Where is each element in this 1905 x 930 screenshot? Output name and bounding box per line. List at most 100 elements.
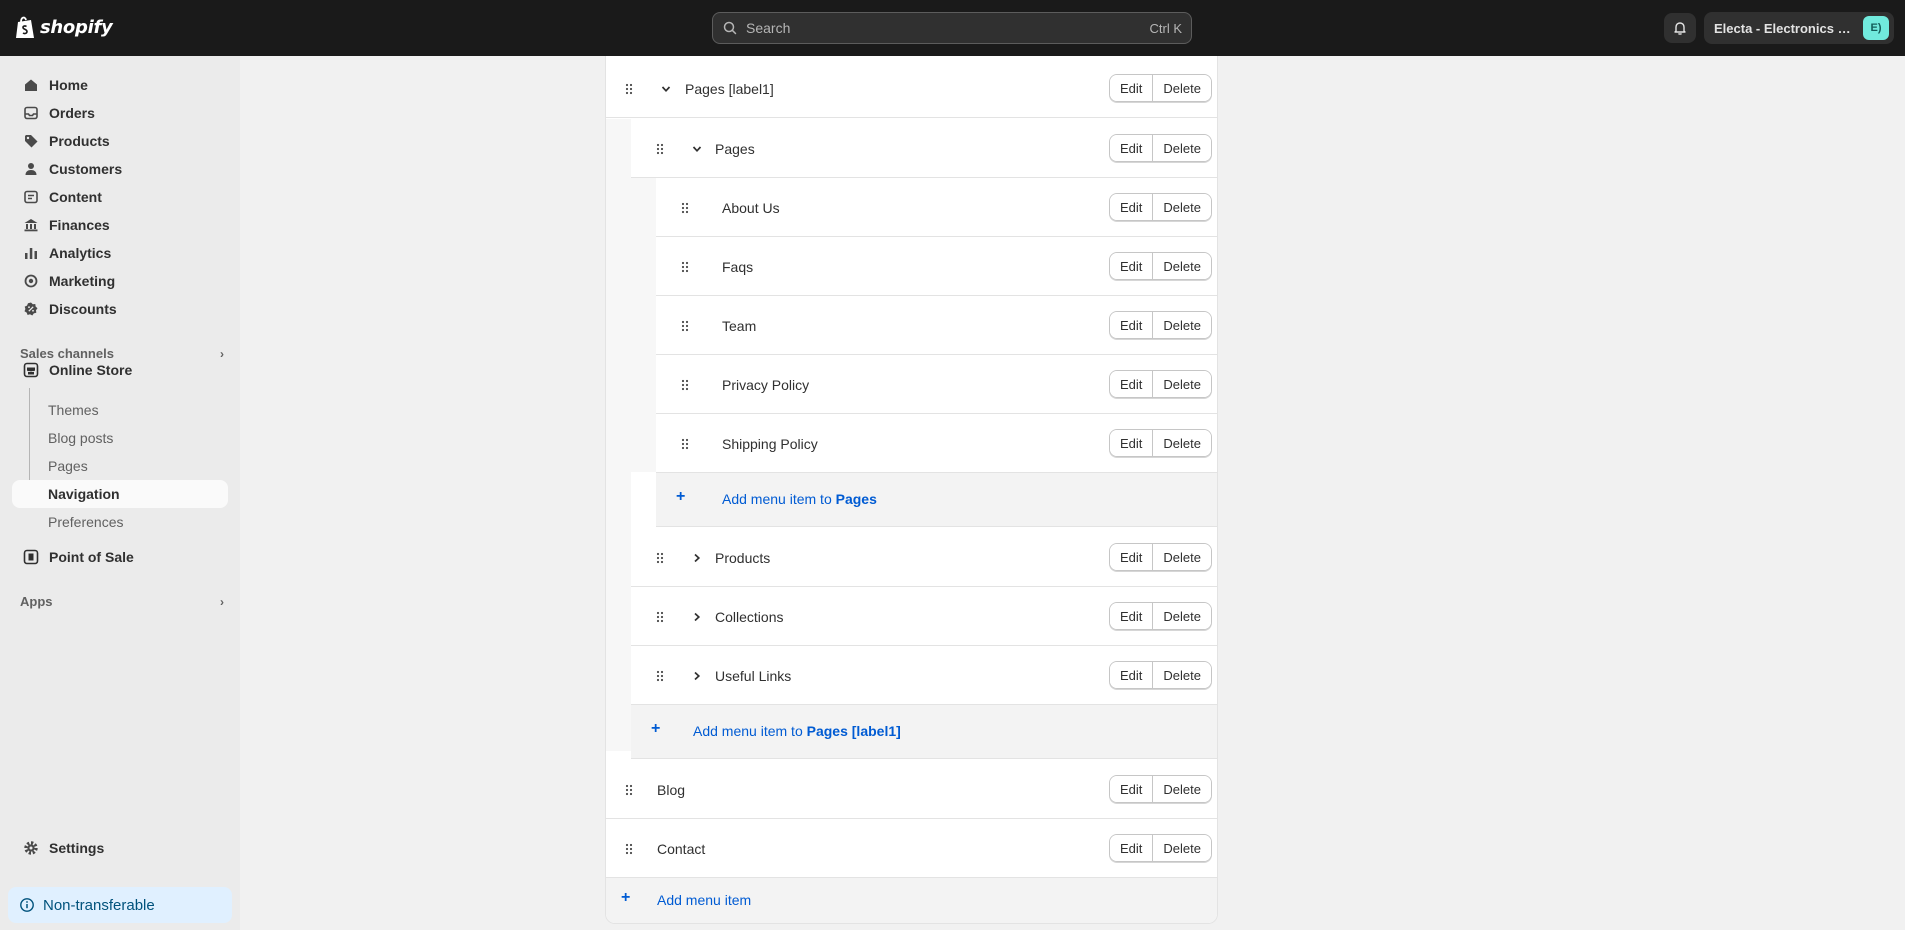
chevron-down-icon[interactable] [660, 83, 672, 95]
sidebar-sub-pages[interactable]: Pages [12, 452, 228, 480]
delete-button[interactable]: Delete [1152, 371, 1211, 397]
add-menu-item-link[interactable]: Add menu item [657, 892, 751, 908]
sidebar-item-label: Content [49, 189, 102, 205]
chevron-right-icon[interactable] [691, 552, 703, 564]
search-icon [723, 21, 737, 35]
menu-item-label: Pages [715, 141, 755, 157]
shopify-logo[interactable]: shopify [14, 15, 113, 40]
notifications-button[interactable] [1664, 13, 1696, 43]
drag-handle-icon[interactable] [624, 842, 634, 856]
edit-button[interactable]: Edit [1110, 835, 1153, 861]
drag-handle-icon[interactable] [655, 669, 665, 683]
row-actions: Edit Delete [1109, 134, 1212, 162]
sidebar-item-settings[interactable]: Settings [12, 834, 228, 862]
tag-icon [22, 132, 40, 150]
row-actions: Edit Delete [1109, 370, 1212, 398]
drag-handle-icon[interactable] [680, 201, 690, 215]
sidebar-item-home[interactable]: Home [12, 71, 228, 99]
edit-button[interactable]: Edit [1110, 194, 1153, 220]
edit-button[interactable]: Edit [1110, 544, 1153, 570]
drag-handle-icon[interactable] [655, 142, 665, 156]
sidebar-item-marketing[interactable]: Marketing [12, 267, 228, 295]
sidebar-item-orders[interactable]: Orders [12, 99, 228, 127]
sidebar-item-analytics[interactable]: Analytics [12, 239, 228, 267]
delete-button[interactable]: Delete [1152, 253, 1211, 279]
add-menu-item-to-pages-label1[interactable]: + Add menu item to Pages [label1] [631, 705, 1217, 759]
info-icon [19, 897, 35, 913]
chevron-right-icon[interactable] [691, 670, 703, 682]
add-menu-item-to-pages[interactable]: + Add menu item to Pages [656, 473, 1217, 527]
sidebar-sub-blog-posts[interactable]: Blog posts [12, 424, 228, 452]
sidebar-sub-themes[interactable]: Themes [12, 396, 228, 424]
menu-item-label: Products [715, 550, 771, 566]
menu-item-label: Team [722, 318, 757, 334]
edit-button[interactable]: Edit [1110, 75, 1153, 101]
delete-button[interactable]: Delete [1152, 312, 1211, 338]
menu-row: Useful Links Edit Delete [631, 646, 1217, 705]
sidebar-item-label: Products [49, 133, 110, 149]
sidebar-item-label: Finances [49, 217, 110, 233]
store-icon [22, 361, 40, 379]
drag-handle-icon[interactable] [680, 437, 690, 451]
menu-row: Products Edit Delete [631, 528, 1217, 587]
delete-button[interactable]: Delete [1152, 544, 1211, 570]
non-transferable-banner[interactable]: Non-transferable [8, 887, 232, 923]
sidebar-item-discounts[interactable]: Discounts [12, 295, 228, 323]
discount-icon [22, 300, 40, 318]
edit-button[interactable]: Edit [1110, 662, 1153, 688]
row-actions: Edit Delete [1109, 543, 1212, 571]
chevron-right-icon[interactable] [691, 611, 703, 623]
row-actions: Edit Delete [1109, 661, 1212, 689]
sidebar-item-customers[interactable]: Customers [12, 155, 228, 183]
delete-button[interactable]: Delete [1152, 603, 1211, 629]
delete-button[interactable]: Delete [1152, 135, 1211, 161]
delete-button[interactable]: Delete [1152, 776, 1211, 802]
sidebar-sub-navigation[interactable]: Navigation [12, 480, 228, 508]
menu-row: Shipping Policy Edit Delete [656, 414, 1217, 473]
store-menu-button[interactable]: Electa - Electronics Gallery E) [1704, 12, 1894, 44]
indent-spacer [631, 178, 656, 472]
drag-handle-icon[interactable] [655, 551, 665, 565]
sidebar-item-products[interactable]: Products [12, 127, 228, 155]
edit-button[interactable]: Edit [1110, 135, 1153, 161]
delete-button[interactable]: Delete [1152, 75, 1211, 101]
drag-handle-icon[interactable] [624, 82, 634, 96]
content-icon [22, 188, 40, 206]
edit-button[interactable]: Edit [1110, 371, 1153, 397]
add-menu-item-link[interactable]: Add menu item to Pages [722, 491, 877, 507]
edit-button[interactable]: Edit [1110, 253, 1153, 279]
sidebar-item-label: Orders [49, 105, 95, 121]
apps-header[interactable]: Apps › [20, 594, 224, 609]
sidebar-sub-label: Blog posts [48, 430, 114, 446]
add-menu-item-link[interactable]: Add menu item to Pages [label1] [693, 723, 901, 739]
drag-handle-icon[interactable] [655, 610, 665, 624]
sidebar-item-label: Home [49, 77, 88, 93]
edit-button[interactable]: Edit [1110, 430, 1153, 456]
row-actions: Edit Delete [1109, 429, 1212, 457]
menu-item-label: Collections [715, 609, 784, 625]
edit-button[interactable]: Edit [1110, 603, 1153, 629]
sidebar-item-point-of-sale[interactable]: Point of Sale [12, 543, 228, 571]
drag-handle-icon[interactable] [680, 319, 690, 333]
add-menu-item-root[interactable]: + Add menu item [606, 878, 1217, 923]
menu-item-label: Pages [label1] [685, 81, 774, 97]
delete-button[interactable]: Delete [1152, 662, 1211, 688]
edit-button[interactable]: Edit [1110, 312, 1153, 338]
drag-handle-icon[interactable] [680, 260, 690, 274]
online-store-label: Online Store [49, 362, 133, 378]
chevron-down-icon[interactable] [691, 143, 703, 155]
sidebar-sub-preferences[interactable]: Preferences [12, 508, 228, 536]
delete-button[interactable]: Delete [1152, 835, 1211, 861]
menu-item-label: Faqs [722, 259, 754, 275]
sidebar-item-online-store[interactable]: Online Store [12, 356, 228, 384]
bell-icon [1674, 22, 1686, 35]
menu-item-label: Shipping Policy [722, 436, 818, 452]
drag-handle-icon[interactable] [624, 783, 634, 797]
sidebar-item-finances[interactable]: Finances [12, 211, 228, 239]
edit-button[interactable]: Edit [1110, 776, 1153, 802]
delete-button[interactable]: Delete [1152, 430, 1211, 456]
delete-button[interactable]: Delete [1152, 194, 1211, 220]
sidebar-item-content[interactable]: Content [12, 183, 228, 211]
drag-handle-icon[interactable] [680, 378, 690, 392]
search-bar[interactable]: Search Ctrl K [712, 12, 1192, 44]
